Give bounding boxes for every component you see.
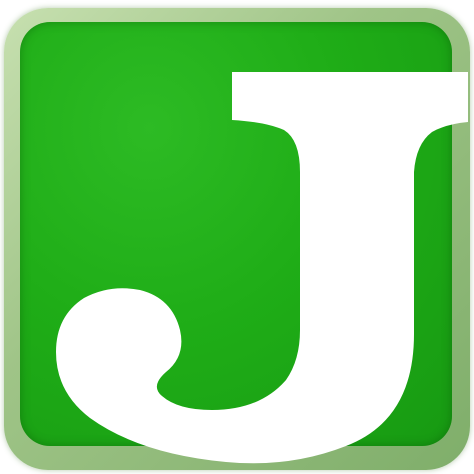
- app-icon-canvas: [0, 0, 474, 474]
- letter-j-shape: [56, 72, 468, 464]
- letter-j-icon: [56, 72, 468, 464]
